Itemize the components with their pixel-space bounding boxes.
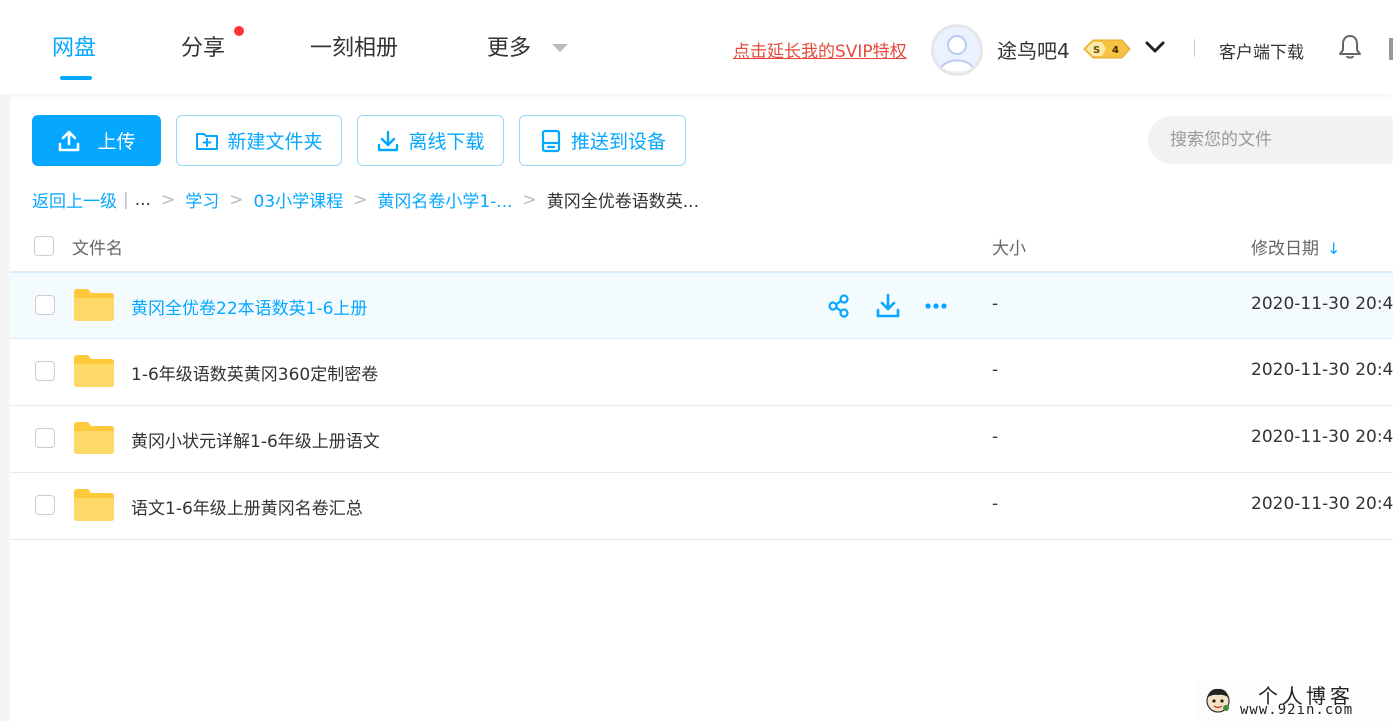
file-size: - (992, 360, 999, 380)
device-icon (541, 129, 561, 152)
file-date: 2020-11-30 20:41 (1251, 360, 1393, 380)
table-row[interactable]: 1-6年级语数英黄冈360定制密卷 - 2020-11-30 20:41 (10, 339, 1393, 406)
folder-plus-icon (196, 132, 219, 150)
row-checkbox[interactable] (35, 495, 55, 515)
new-folder-label: 新建文件夹 (227, 131, 323, 153)
column-header-date-label: 修改日期 (1251, 239, 1319, 259)
vip-level-label: 4 (1112, 45, 1119, 56)
file-name[interactable]: 语文1-6年级上册黄冈名卷汇总 (131, 494, 363, 519)
breadcrumb-current: 黄冈全优卷语数英... (546, 192, 699, 212)
file-date: 2020-11-30 20:41 (1251, 427, 1393, 447)
bell-icon[interactable] (1336, 33, 1364, 61)
folder-icon (74, 355, 114, 387)
blog-watermark: 个人博客 www.92in.com (1196, 680, 1393, 721)
table-row[interactable]: 语文1-6年级上册黄冈名卷汇总 - 2020-11-30 20:41 (10, 473, 1393, 540)
breadcrumb-ellipsis[interactable]: ... (135, 190, 151, 210)
window-edge (1389, 38, 1393, 60)
share-notification-dot (234, 26, 244, 36)
username[interactable]: 途鸟吧4 (997, 35, 1070, 64)
breadcrumb: 返回上一级 | ... > 学习 > 03小学课程 > 黄冈名卷小学1-... … (32, 187, 699, 213)
nav-tab-netdisk[interactable]: 网盘 (52, 30, 96, 62)
left-strip (0, 94, 10, 721)
nav-tab-more[interactable]: 更多 (487, 30, 531, 62)
search-input[interactable] (1148, 116, 1393, 164)
download-icon[interactable] (875, 293, 901, 319)
push-to-device-button[interactable]: 推送到设备 (519, 115, 686, 166)
breadcrumb-separator: > (522, 189, 537, 210)
chevron-down-icon[interactable] (1144, 36, 1166, 58)
row-checkbox[interactable] (35, 295, 55, 315)
new-folder-button[interactable]: 新建文件夹 (176, 115, 342, 166)
cartoon-face-icon (1206, 688, 1230, 713)
file-date: 2020-11-30 20:41 (1251, 294, 1393, 314)
breadcrumb-separator: > (229, 189, 244, 210)
avatar[interactable] (931, 24, 983, 76)
file-name[interactable]: 1-6年级语数英黄冈360定制密卷 (131, 360, 378, 385)
folder-icon (74, 289, 114, 321)
column-header-name[interactable]: 文件名 (72, 234, 123, 259)
breadcrumb-item-huanggang[interactable]: 黄冈名卷小学1-... (377, 187, 512, 212)
column-header-size[interactable]: 大小 (992, 234, 1026, 259)
breadcrumb-item-primary-course[interactable]: 03小学课程 (253, 187, 343, 212)
svip-renew-link[interactable]: 点击延长我的SVIP特权 (733, 37, 907, 62)
file-size: - (992, 494, 999, 514)
file-name[interactable]: 黄冈全优卷22本语数英1-6上册 (131, 294, 367, 319)
row-checkbox[interactable] (35, 428, 55, 448)
top-bar: 网盘 分享 一刻相册 更多 点击延长我的SVIP特权 途鸟吧4 S 4 客户端下… (0, 0, 1393, 94)
push-to-device-label: 推送到设备 (570, 131, 666, 153)
vip-s-label: S (1093, 45, 1100, 56)
file-date: 2020-11-30 20:41 (1251, 494, 1393, 514)
back-link[interactable]: 返回上一级 (32, 187, 117, 212)
offline-download-button[interactable]: 离线下载 (357, 115, 504, 166)
upload-label: 上传 (97, 131, 136, 153)
breadcrumb-separator: > (353, 189, 368, 210)
row-actions (827, 293, 949, 319)
nav-active-indicator (60, 76, 92, 80)
column-header-date[interactable]: 修改日期 ↓ (1251, 234, 1340, 259)
file-name[interactable]: 黄冈小状元详解1-6年级上册语文 (131, 427, 380, 452)
user-avatar-icon (939, 35, 975, 72)
nav-tab-album[interactable]: 一刻相册 (310, 30, 398, 62)
share-icon[interactable] (827, 293, 853, 319)
file-size: - (992, 294, 999, 314)
breadcrumb-divider: | (123, 189, 129, 210)
breadcrumb-item-study[interactable]: 学习 (185, 187, 219, 212)
caret-down-icon[interactable] (552, 44, 568, 52)
file-size: - (992, 427, 999, 447)
upload-icon (59, 130, 80, 151)
breadcrumb-separator: > (160, 189, 176, 210)
divider (1194, 39, 1195, 57)
table-row[interactable]: 黄冈小状元详解1-6年级上册语文 - 2020-11-30 20:41 (10, 406, 1393, 473)
sort-down-icon[interactable]: ↓ (1327, 239, 1340, 258)
folder-icon (74, 422, 114, 454)
offline-download-label: 离线下载 (408, 131, 485, 153)
nav-tab-share[interactable]: 分享 (181, 30, 225, 62)
table-header: 文件名 大小 修改日期 ↓ (10, 222, 1393, 272)
watermark-url: www.92in.com (1240, 702, 1354, 718)
upload-button[interactable]: 上传 (32, 115, 161, 166)
client-download-link[interactable]: 客户端下载 (1219, 38, 1304, 63)
table-row[interactable]: 黄冈全优卷22本语数英1-6上册 - 2020-11-30 20:41 (10, 272, 1393, 339)
select-all-checkbox[interactable] (34, 236, 54, 256)
download-icon (378, 130, 399, 151)
row-checkbox[interactable] (35, 361, 55, 381)
more-icon[interactable] (923, 293, 949, 319)
svip-level-badge: S 4 (1082, 38, 1132, 60)
folder-icon (74, 489, 114, 521)
